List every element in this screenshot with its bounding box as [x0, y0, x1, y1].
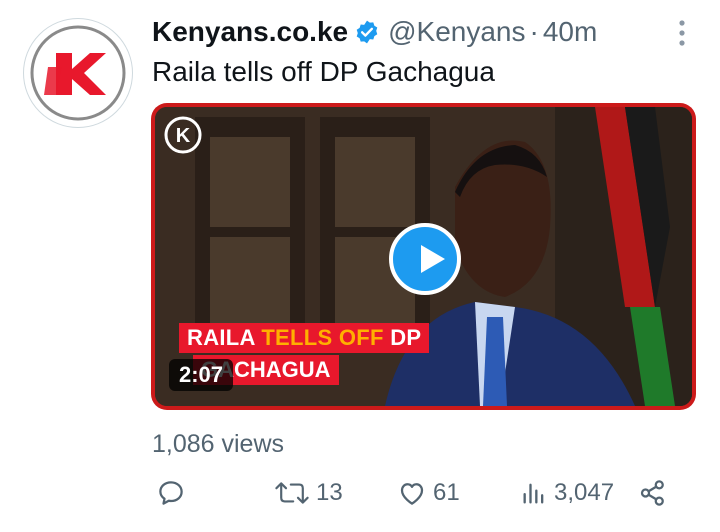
display-name[interactable]: Kenyans.co.ke [152, 16, 348, 48]
user-handle[interactable]: @Kenyans [388, 16, 525, 48]
reply-button[interactable] [156, 470, 192, 516]
separator-dot: · [529, 16, 539, 47]
retweet-count: 13 [316, 479, 343, 506]
share-icon [640, 480, 664, 506]
view-count: 3,047 [554, 479, 615, 506]
verified-badge-icon [356, 20, 378, 44]
caption-dp: DP [383, 325, 422, 350]
video-caption-line1: RAILA TELLS OFF DP [179, 323, 430, 353]
video-frame: K RAILA TELLS OFF DP GACHAGUA 2:07 [155, 107, 692, 406]
channel-logo-icon: K [164, 116, 202, 154]
like-button[interactable]: 61 [397, 470, 460, 516]
reply-icon [159, 481, 183, 505]
action-bar: 13 61 3,047 [152, 470, 682, 516]
kenyans-logo-icon [30, 25, 126, 121]
caption-raila: RAILA [187, 325, 262, 350]
video-player[interactable]: K RAILA TELLS OFF DP GACHAGUA 2:07 [151, 103, 696, 410]
like-count: 61 [433, 479, 460, 506]
analytics-icon [523, 483, 544, 504]
view-count-text: 1,086 views [152, 430, 285, 458]
play-button[interactable] [389, 223, 461, 295]
views-button[interactable]: 3,047 [520, 470, 614, 516]
channel-logo-letter: K [176, 125, 191, 147]
tweet-text: Raila tells off DP Gachagua [152, 56, 495, 87]
caption-tells-off: TELLS OFF [261, 325, 384, 350]
heart-icon [400, 483, 424, 505]
retweet-button[interactable]: 13 [274, 470, 343, 516]
timestamp[interactable]: 40m [543, 16, 597, 48]
share-button[interactable] [638, 470, 668, 516]
tweet-header: Kenyans.co.ke @Kenyans · 40m [152, 14, 597, 50]
video-duration: 2:07 [169, 359, 234, 391]
more-options-icon[interactable] [672, 16, 692, 50]
retweet-icon [275, 482, 309, 504]
avatar[interactable] [23, 18, 133, 128]
